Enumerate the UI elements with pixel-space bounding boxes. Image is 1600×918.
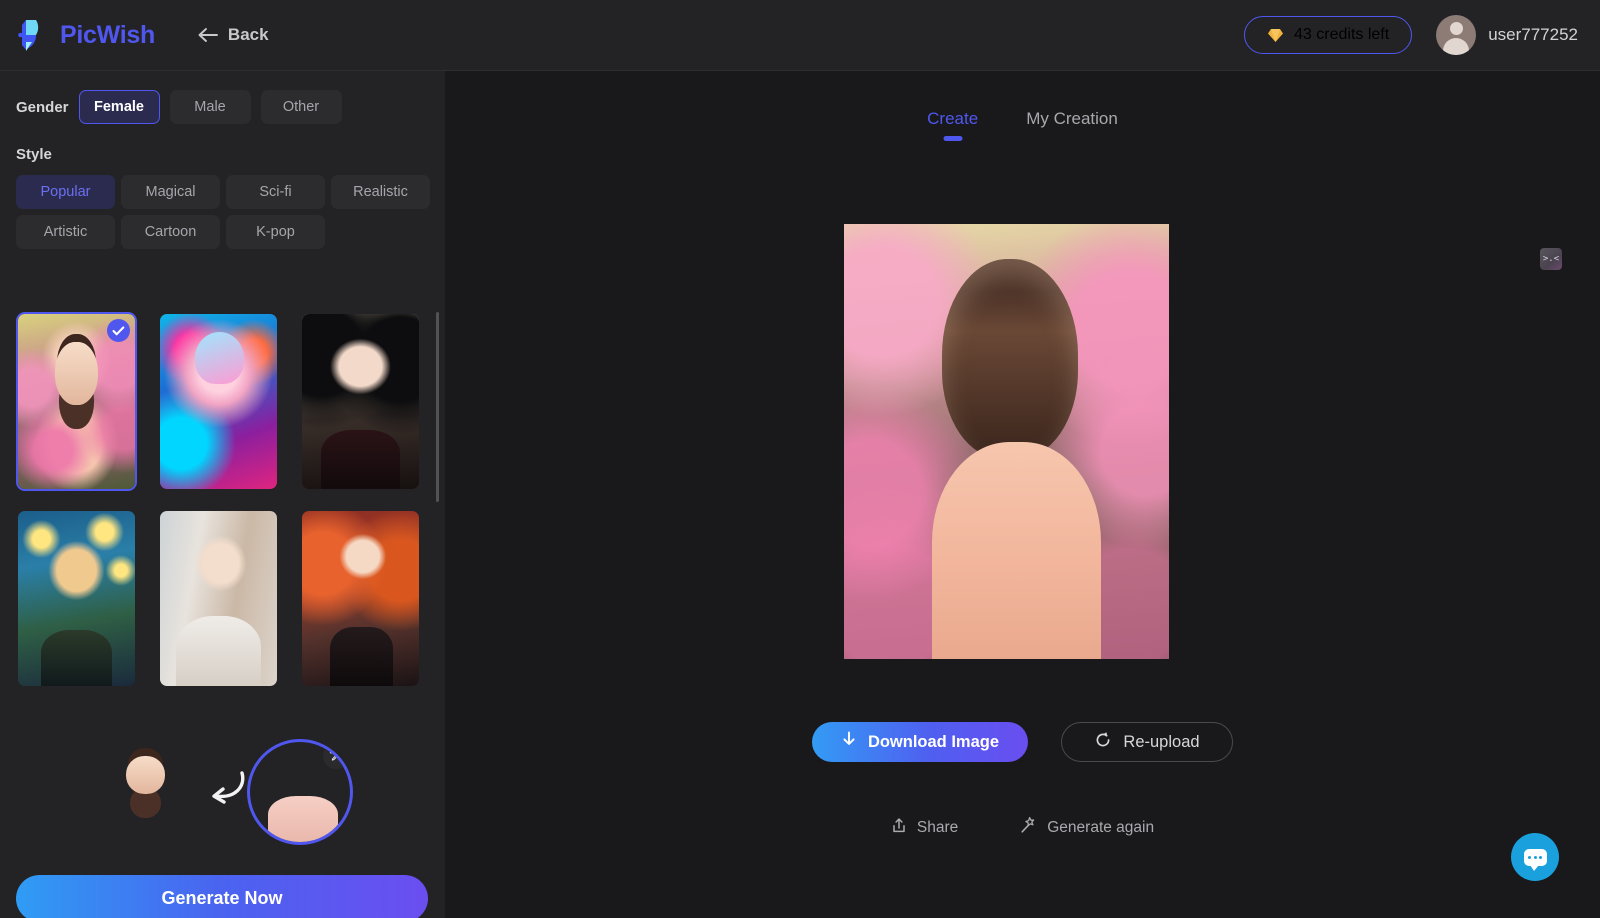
main-tabs: Create My Creation xyxy=(445,109,1600,141)
user-avatar-icon xyxy=(1436,15,1477,55)
main-content: Create My Creation Download Image Re-upl… xyxy=(445,71,1600,918)
thumbnail-image xyxy=(18,511,135,686)
back-label: Back xyxy=(227,25,269,44)
generated-portrait-preview[interactable] xyxy=(844,224,1169,659)
download-label: Download Image xyxy=(867,732,1000,751)
side-panel-toggle[interactable]: >.< xyxy=(1540,248,1562,270)
style-option-k-pop[interactable]: K-pop xyxy=(226,215,325,249)
style-thumb-lace-window[interactable] xyxy=(158,509,279,688)
download-image-button[interactable]: Download Image xyxy=(812,722,1028,762)
arrow-left-icon xyxy=(197,27,219,43)
chat-bubble-icon xyxy=(1523,848,1547,871)
chat-support-button[interactable] xyxy=(1511,833,1559,881)
thumbnail-image xyxy=(302,314,419,489)
style-option-realistic[interactable]: Realistic xyxy=(331,175,430,209)
share-icon xyxy=(891,817,907,839)
style-option-sci-fi[interactable]: Sci-fi xyxy=(226,175,325,209)
credits-label: 43 credits left xyxy=(1294,26,1390,43)
style-label: Style xyxy=(16,146,52,163)
refresh-icon xyxy=(1094,731,1112,754)
style-thumb-red-hair-punk[interactable] xyxy=(300,509,421,688)
re-upload-label: Re-upload xyxy=(1123,732,1200,751)
thumbnail-image xyxy=(160,511,277,686)
back-button[interactable]: Back xyxy=(197,25,269,45)
style-thumbnail-grid xyxy=(16,312,437,700)
gender-option-other[interactable]: Other xyxy=(260,90,342,124)
brand-name: PicWish xyxy=(60,20,155,49)
style-category-list: Popular Magical Sci-fi Realistic Artisti… xyxy=(16,175,430,249)
controls-sidebar: Gender Female Male Other Style Popular M… xyxy=(0,71,445,918)
download-arrow-icon xyxy=(841,731,857,753)
generate-again-label: Generate again xyxy=(1047,818,1155,836)
style-option-popular[interactable]: Popular xyxy=(16,175,115,209)
scrollbar-thumb[interactable] xyxy=(436,312,439,502)
style-option-cartoon[interactable]: Cartoon xyxy=(121,215,220,249)
diamond-icon xyxy=(1267,28,1284,43)
share-button[interactable]: Share xyxy=(891,817,958,839)
generate-now-button[interactable]: Generate Now xyxy=(16,875,428,918)
uploaded-source-avatar[interactable] xyxy=(246,739,353,845)
re-upload-button[interactable]: Re-upload xyxy=(1061,722,1233,762)
picwish-logo-icon xyxy=(18,18,50,52)
check-icon xyxy=(107,319,130,342)
gender-label: Gender xyxy=(16,98,69,116)
style-thumb-gothic-vintage[interactable] xyxy=(300,312,421,491)
style-thumb-neon-cyberpunk[interactable] xyxy=(158,312,279,491)
magic-wand-edit-icon[interactable] xyxy=(322,743,349,769)
preview-image xyxy=(844,224,1169,659)
curved-arrow-icon xyxy=(196,761,252,821)
user-name: user777252 xyxy=(1488,25,1578,44)
primary-action-row: Download Image Re-upload xyxy=(445,722,1600,762)
style-option-magical[interactable]: Magical xyxy=(121,175,220,209)
header-right-group: 43 credits left user777252 xyxy=(1244,15,1578,55)
thumbnail-image xyxy=(302,511,419,686)
gender-row: Gender Female Male Other xyxy=(16,90,445,124)
gender-option-female[interactable]: Female xyxy=(78,90,160,124)
style-thumb-van-gogh[interactable] xyxy=(16,509,137,688)
gender-option-male[interactable]: Male xyxy=(169,90,251,124)
secondary-action-row: Share Generate again xyxy=(445,816,1600,839)
style-thumbnail-scroll-area[interactable] xyxy=(16,312,437,700)
style-option-artistic[interactable]: Artistic xyxy=(16,215,115,249)
user-menu[interactable]: user777252 xyxy=(1436,15,1578,55)
brand-logo[interactable]: PicWish xyxy=(18,18,155,52)
generate-again-button[interactable]: Generate again xyxy=(1019,816,1154,839)
tab-my-creation[interactable]: My Creation xyxy=(1026,109,1118,141)
magic-wand-icon xyxy=(1019,816,1037,839)
style-section-header: Style xyxy=(16,146,445,164)
tab-create[interactable]: Create xyxy=(927,109,978,141)
style-thumb-floral-portrait[interactable] xyxy=(16,312,137,491)
thumbnail-image xyxy=(160,314,277,489)
credits-button[interactable]: 43 credits left xyxy=(1244,16,1413,54)
generated-result-avatar[interactable] xyxy=(93,739,199,845)
app-header: PicWish Back 43 credits left user777252 xyxy=(0,0,1600,71)
thumbnail-scrollbar[interactable] xyxy=(436,312,439,700)
share-label: Share xyxy=(916,818,959,836)
